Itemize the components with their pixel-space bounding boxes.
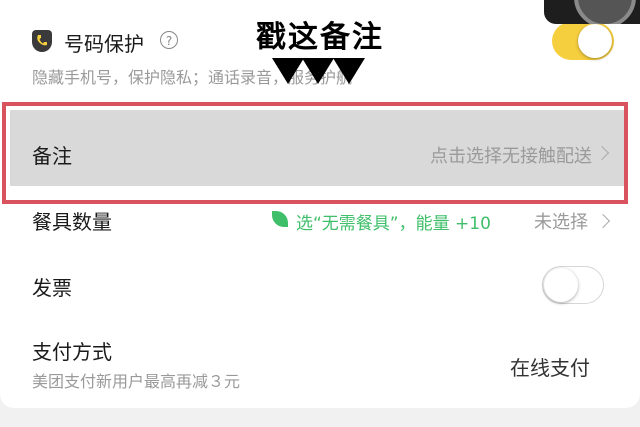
overlay-annotation-title: 戳这备注 (256, 20, 384, 55)
phone-protect-toggle[interactable] (552, 22, 614, 60)
tableware-label: 餐具数量 (32, 210, 112, 234)
toggle-knob (544, 268, 578, 302)
tableware-hint: 选“无需餐具”，能量 +10 (296, 214, 491, 234)
remark-value[interactable]: 点击选择无接触配送 (430, 142, 592, 168)
invoice-toggle[interactable] (542, 266, 604, 304)
down-arrow-icon (333, 58, 365, 84)
leaf-icon (272, 211, 288, 227)
order-options-card: 号码保护 ? 隐藏手机号，保护隐私；通话录音，服务护航 戳这备注 备注 点击选择… (0, 0, 640, 408)
toggle-knob (578, 24, 612, 58)
shield-phone-icon (32, 30, 52, 52)
camera-thumbnail (544, 0, 640, 24)
invoice-label: 发票 (32, 276, 72, 300)
chevron-right-icon (595, 213, 611, 229)
camera-lens-icon (574, 0, 636, 24)
payment-label: 支付方式 (32, 340, 112, 364)
payment-promo: 美团支付新用户最高再减３元 (32, 372, 241, 391)
down-arrow-icon (302, 58, 334, 84)
remark-label: 备注 (32, 144, 72, 168)
phone-protect-title: 号码保护 (64, 32, 144, 56)
help-icon[interactable]: ? (160, 31, 178, 49)
payment-method-value[interactable]: 在线支付 (510, 352, 590, 381)
down-arrow-icon (272, 58, 304, 84)
tableware-value[interactable]: 未选择 (534, 208, 588, 234)
